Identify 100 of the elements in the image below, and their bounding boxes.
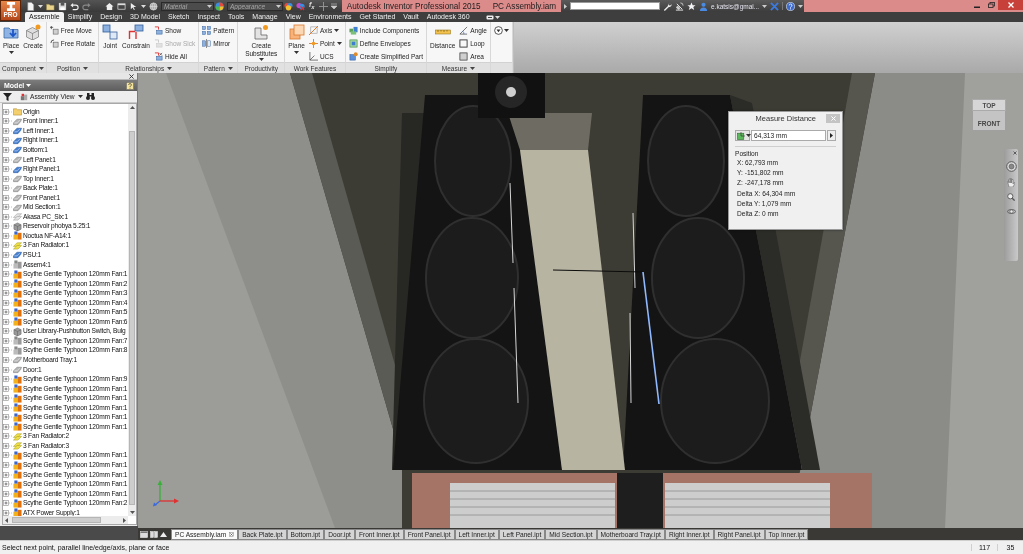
home-icon[interactable] (105, 1, 114, 11)
expand-icon[interactable] (3, 414, 13, 421)
expand-icon[interactable] (3, 337, 13, 344)
expand-icon[interactable] (3, 509, 13, 516)
open-folder-icon[interactable] (46, 1, 55, 11)
expand-icon[interactable] (3, 223, 13, 230)
expand-icon[interactable] (3, 271, 13, 278)
expand-icon[interactable] (3, 166, 13, 173)
expand-icon[interactable] (3, 213, 13, 220)
expand-icon[interactable] (3, 127, 13, 134)
expand-icon[interactable] (3, 194, 13, 201)
search-field[interactable] (570, 2, 660, 10)
caret-icon[interactable] (470, 66, 476, 70)
customize-menu-icon[interactable] (330, 3, 337, 9)
expand-icon[interactable] (3, 481, 13, 488)
star-icon[interactable] (687, 1, 696, 11)
clear-appearance-icon[interactable] (296, 1, 305, 11)
crosshair-icon[interactable] (318, 1, 328, 11)
envelope-box-icon (348, 38, 358, 48)
save-icon[interactable] (58, 1, 67, 11)
caret-icon[interactable] (798, 4, 804, 8)
simplified-part-icon (348, 51, 358, 61)
close-button[interactable] (998, 0, 1023, 10)
scroll-thumb[interactable] (129, 131, 135, 505)
expand-icon[interactable] (3, 137, 13, 144)
expand-icon[interactable] (3, 261, 13, 268)
expand-icon[interactable] (3, 175, 13, 182)
binoculars-icon[interactable] (85, 93, 95, 100)
expand-icon[interactable] (3, 433, 13, 440)
satellite-icon[interactable] (675, 1, 684, 11)
caret-icon[interactable] (38, 4, 43, 8)
expand-icon[interactable] (3, 395, 13, 402)
expand-icon[interactable] (3, 251, 13, 258)
cross-logo-icon[interactable] (770, 1, 780, 11)
expand-icon[interactable] (3, 156, 13, 163)
ucs-axes-icon (308, 51, 318, 61)
caret-icon[interactable] (83, 66, 88, 70)
selection-mode-button[interactable] (735, 130, 750, 141)
globe-icon[interactable] (149, 1, 158, 11)
caret-icon[interactable] (167, 66, 173, 70)
move-cube-icon (49, 25, 59, 35)
tiled-windows-icon[interactable] (150, 530, 158, 538)
expand-icon[interactable] (3, 404, 13, 411)
new-file-icon[interactable] (26, 1, 35, 11)
zoom-icon[interactable] (1007, 193, 1015, 201)
window-icon[interactable] (117, 1, 126, 11)
expand-icon[interactable] (3, 185, 13, 192)
orbit-icon[interactable] (1006, 207, 1016, 216)
expand-icon[interactable] (3, 376, 13, 383)
expand-icon[interactable] (3, 347, 13, 354)
expand-icon[interactable] (3, 471, 13, 478)
right-triangle-icon[interactable] (564, 3, 567, 9)
expand-icon[interactable] (3, 442, 13, 449)
expand-icon[interactable] (3, 108, 13, 115)
close-icon[interactable] (129, 73, 134, 79)
expand-icon[interactable] (3, 385, 13, 392)
expand-icon[interactable] (3, 232, 13, 239)
expand-icon[interactable] (3, 299, 13, 306)
expand-icon[interactable] (3, 280, 13, 287)
color-wheel-icon[interactable] (215, 1, 224, 11)
expand-icon[interactable] (3, 204, 13, 211)
expand-icon[interactable] (3, 490, 13, 497)
caret-icon[interactable] (38, 66, 44, 70)
single-window-icon[interactable] (140, 530, 148, 538)
caret-icon[interactable] (141, 4, 146, 8)
adjust-appearance-icon[interactable] (284, 1, 293, 11)
caret-icon (207, 4, 212, 8)
expand-icon[interactable] (3, 118, 13, 125)
horizontal-scrollbar[interactable] (3, 516, 128, 524)
hand-icon[interactable] (1007, 178, 1015, 187)
wrench-icon[interactable] (663, 1, 672, 11)
undo-icon[interactable] (70, 1, 79, 11)
expand-icon[interactable] (3, 462, 13, 468)
expand-icon[interactable] (3, 423, 13, 430)
caret-icon[interactable] (77, 95, 83, 98)
close-icon[interactable] (1013, 151, 1017, 155)
point-icon (308, 38, 318, 48)
caret-icon[interactable] (227, 66, 233, 70)
up-caret-icon[interactable] (160, 531, 167, 537)
caret-icon (334, 28, 340, 32)
vertical-scrollbar[interactable] (128, 104, 136, 516)
expand-icon[interactable] (3, 328, 13, 335)
expand-icon[interactable] (3, 242, 13, 249)
expand-icon[interactable] (3, 452, 13, 459)
cursor-select-icon[interactable] (129, 1, 138, 11)
expand-icon[interactable] (3, 290, 13, 297)
expand-icon[interactable] (3, 146, 13, 153)
help-icon[interactable] (126, 81, 134, 90)
expand-icon[interactable] (3, 357, 13, 363)
steering-wheel-icon[interactable] (1005, 161, 1017, 172)
expand-icon[interactable] (3, 500, 13, 507)
expand-button[interactable] (827, 130, 836, 141)
axis-icon (308, 25, 318, 35)
expand-icon[interactable] (3, 366, 13, 373)
plane-icon (288, 24, 305, 40)
expand-icon[interactable] (3, 309, 13, 316)
expand-icon[interactable] (3, 318, 13, 325)
panel-options-button[interactable] (493, 25, 509, 35)
caret-icon[interactable] (762, 4, 768, 8)
scroll-thumb[interactable] (12, 517, 101, 523)
